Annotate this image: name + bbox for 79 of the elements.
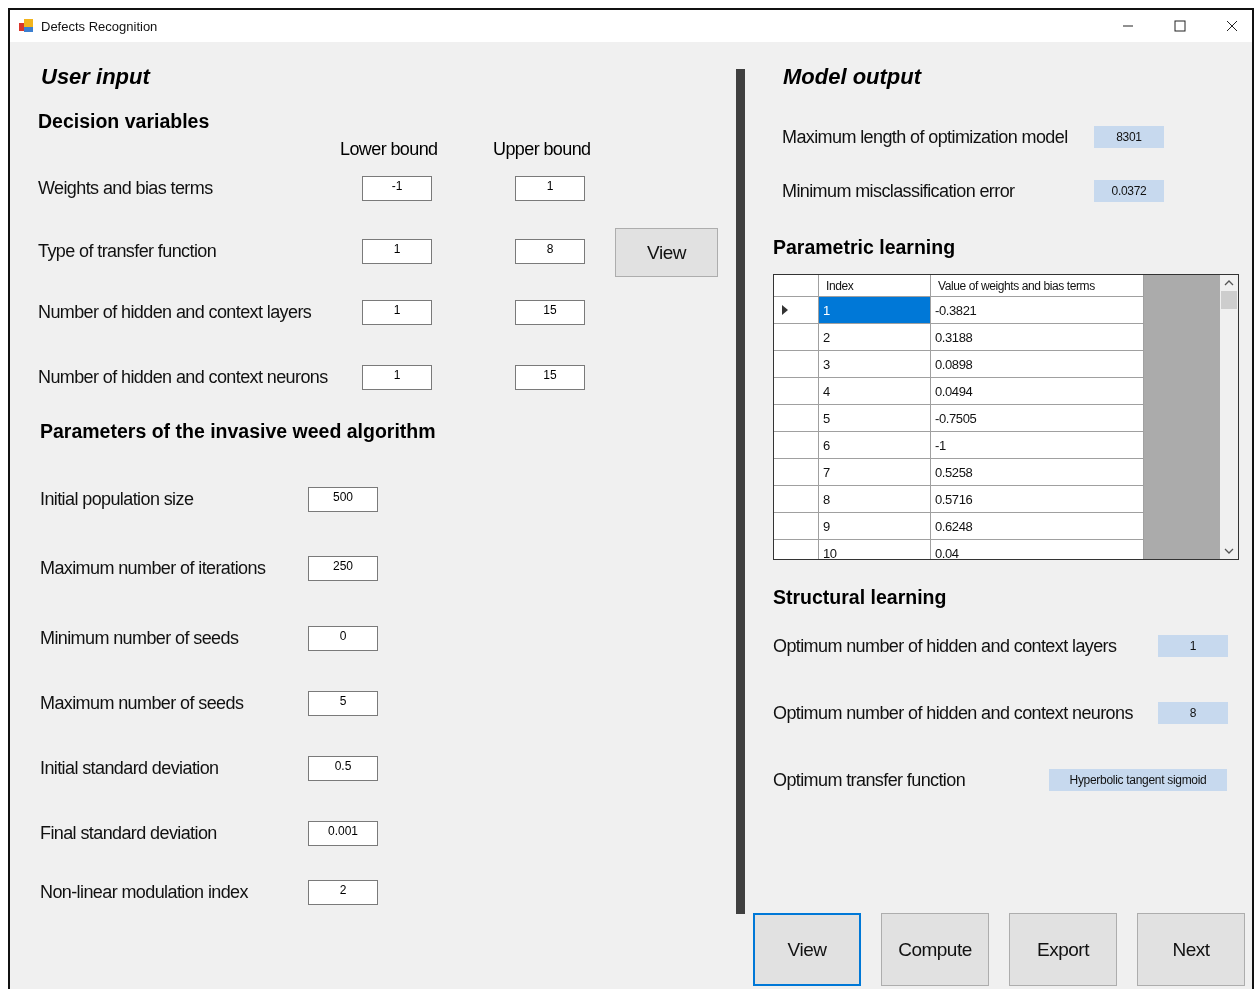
field-label: Maximum number of iterations	[40, 557, 267, 579]
section-title: Model output	[783, 64, 923, 90]
upper-bound-field[interactable]: 1	[515, 175, 585, 201]
table-cell[interactable]: 0.0898	[931, 351, 1144, 377]
scrollbar-thumb[interactable]	[1221, 291, 1237, 309]
vertical-scrollbar[interactable]	[1220, 275, 1238, 559]
lower-bound-field[interactable]: 1	[362, 364, 432, 390]
field-label: Initial standard deviation	[40, 757, 220, 779]
maximize-icon[interactable]	[1174, 20, 1186, 32]
action-button[interactable]: View	[753, 913, 861, 986]
upper-bound-field[interactable]: 15	[515, 299, 585, 325]
field-label: Minimum number of seeds	[40, 627, 240, 649]
view-button[interactable]: View	[615, 228, 718, 277]
lower-bound-field[interactable]: -1	[362, 175, 432, 201]
close-icon[interactable]	[1226, 20, 1238, 32]
field-label: Final standard deviation	[40, 822, 218, 844]
output-value: Hyperbolic tangent sigmoid	[1049, 769, 1227, 791]
table-cell[interactable]: 1	[819, 297, 931, 323]
scroll-down-icon[interactable]	[1224, 547, 1234, 555]
output-label: Minimum misclassification error	[782, 180, 1016, 202]
output-label: Maximum length of optimization model	[782, 126, 1069, 148]
table-cell[interactable]: 4	[819, 378, 931, 404]
table-cell[interactable]: 0.0494	[931, 378, 1144, 404]
table-cell[interactable]: 7	[819, 459, 931, 485]
lower-bound-field[interactable]: 1	[362, 238, 432, 264]
lower-bound-field[interactable]: 1	[362, 299, 432, 325]
table-cell[interactable]: 0.6248	[931, 513, 1144, 539]
table-cell[interactable]: -0.7505	[931, 405, 1144, 431]
window-title: Defects Recognition	[41, 18, 158, 34]
output-value: 0.0372	[1094, 180, 1164, 202]
output-value: 8	[1158, 702, 1228, 724]
output-value: 1	[1158, 635, 1228, 657]
field-label: Maximum number of seeds	[40, 692, 245, 714]
output-label: Optimum number of hidden and context layers	[773, 635, 1118, 657]
table-cell[interactable]: -0.3821	[931, 297, 1144, 323]
table-cell[interactable]: 0.04	[931, 540, 1144, 559]
output-label: Optimum number of hidden and context neurons	[773, 702, 1134, 724]
column-header: Lower bound	[340, 139, 438, 160]
column-header: Index	[819, 275, 931, 296]
section-title: User input	[41, 64, 152, 90]
parameter-field[interactable]: 250	[308, 555, 378, 581]
section-heading: Structural learning	[773, 586, 948, 609]
column-header: Upper bound	[493, 139, 591, 160]
table-cell[interactable]: 6	[819, 432, 931, 458]
app-icon	[18, 18, 34, 34]
parameter-field[interactable]: 500	[308, 486, 378, 512]
table-cell[interactable]: 2	[819, 324, 931, 350]
table-cell[interactable]: 3	[819, 351, 931, 377]
table-cell[interactable]: 0.5716	[931, 486, 1144, 512]
field-label: Type of transfer function	[38, 240, 218, 262]
field-label: Initial population size	[40, 488, 195, 510]
table-cell[interactable]: 9	[819, 513, 931, 539]
table-cell[interactable]: 10	[819, 540, 931, 559]
table-cell[interactable]: 8	[819, 486, 931, 512]
output-label: Optimum transfer function	[773, 769, 967, 791]
upper-bound-field[interactable]: 8	[515, 238, 585, 264]
output-value: 8301	[1094, 126, 1164, 148]
upper-bound-field[interactable]: 15	[515, 364, 585, 390]
table-cell[interactable]: 0.5258	[931, 459, 1144, 485]
section-heading: Decision variables	[38, 110, 211, 133]
section-heading: Parametric learning	[773, 236, 957, 259]
field-label: Non-linear modulation index	[40, 881, 249, 903]
parameter-field[interactable]: 0.001	[308, 820, 378, 846]
action-button[interactable]: Next	[1137, 913, 1245, 986]
scroll-up-icon[interactable]	[1224, 279, 1234, 287]
column-header: Value of weights and bias terms	[931, 275, 1144, 296]
field-label: Number of hidden and context neurons	[38, 366, 329, 388]
field-label: Number of hidden and context layers	[38, 301, 313, 323]
parameter-field[interactable]: 0.5	[308, 755, 378, 781]
section-heading: Parameters of the invasive weed algorithm	[40, 420, 437, 443]
parameter-field[interactable]: 2	[308, 879, 378, 905]
table-cell[interactable]: 5	[819, 405, 931, 431]
parameter-field[interactable]: 5	[308, 690, 378, 716]
parameter-field[interactable]: 0	[308, 625, 378, 651]
action-button[interactable]: Export	[1009, 913, 1117, 986]
field-label: Weights and bias terms	[38, 177, 214, 199]
table-cell[interactable]: 0.3188	[931, 324, 1144, 350]
action-button[interactable]: Compute	[881, 913, 989, 986]
table-cell[interactable]: -1	[931, 432, 1144, 458]
